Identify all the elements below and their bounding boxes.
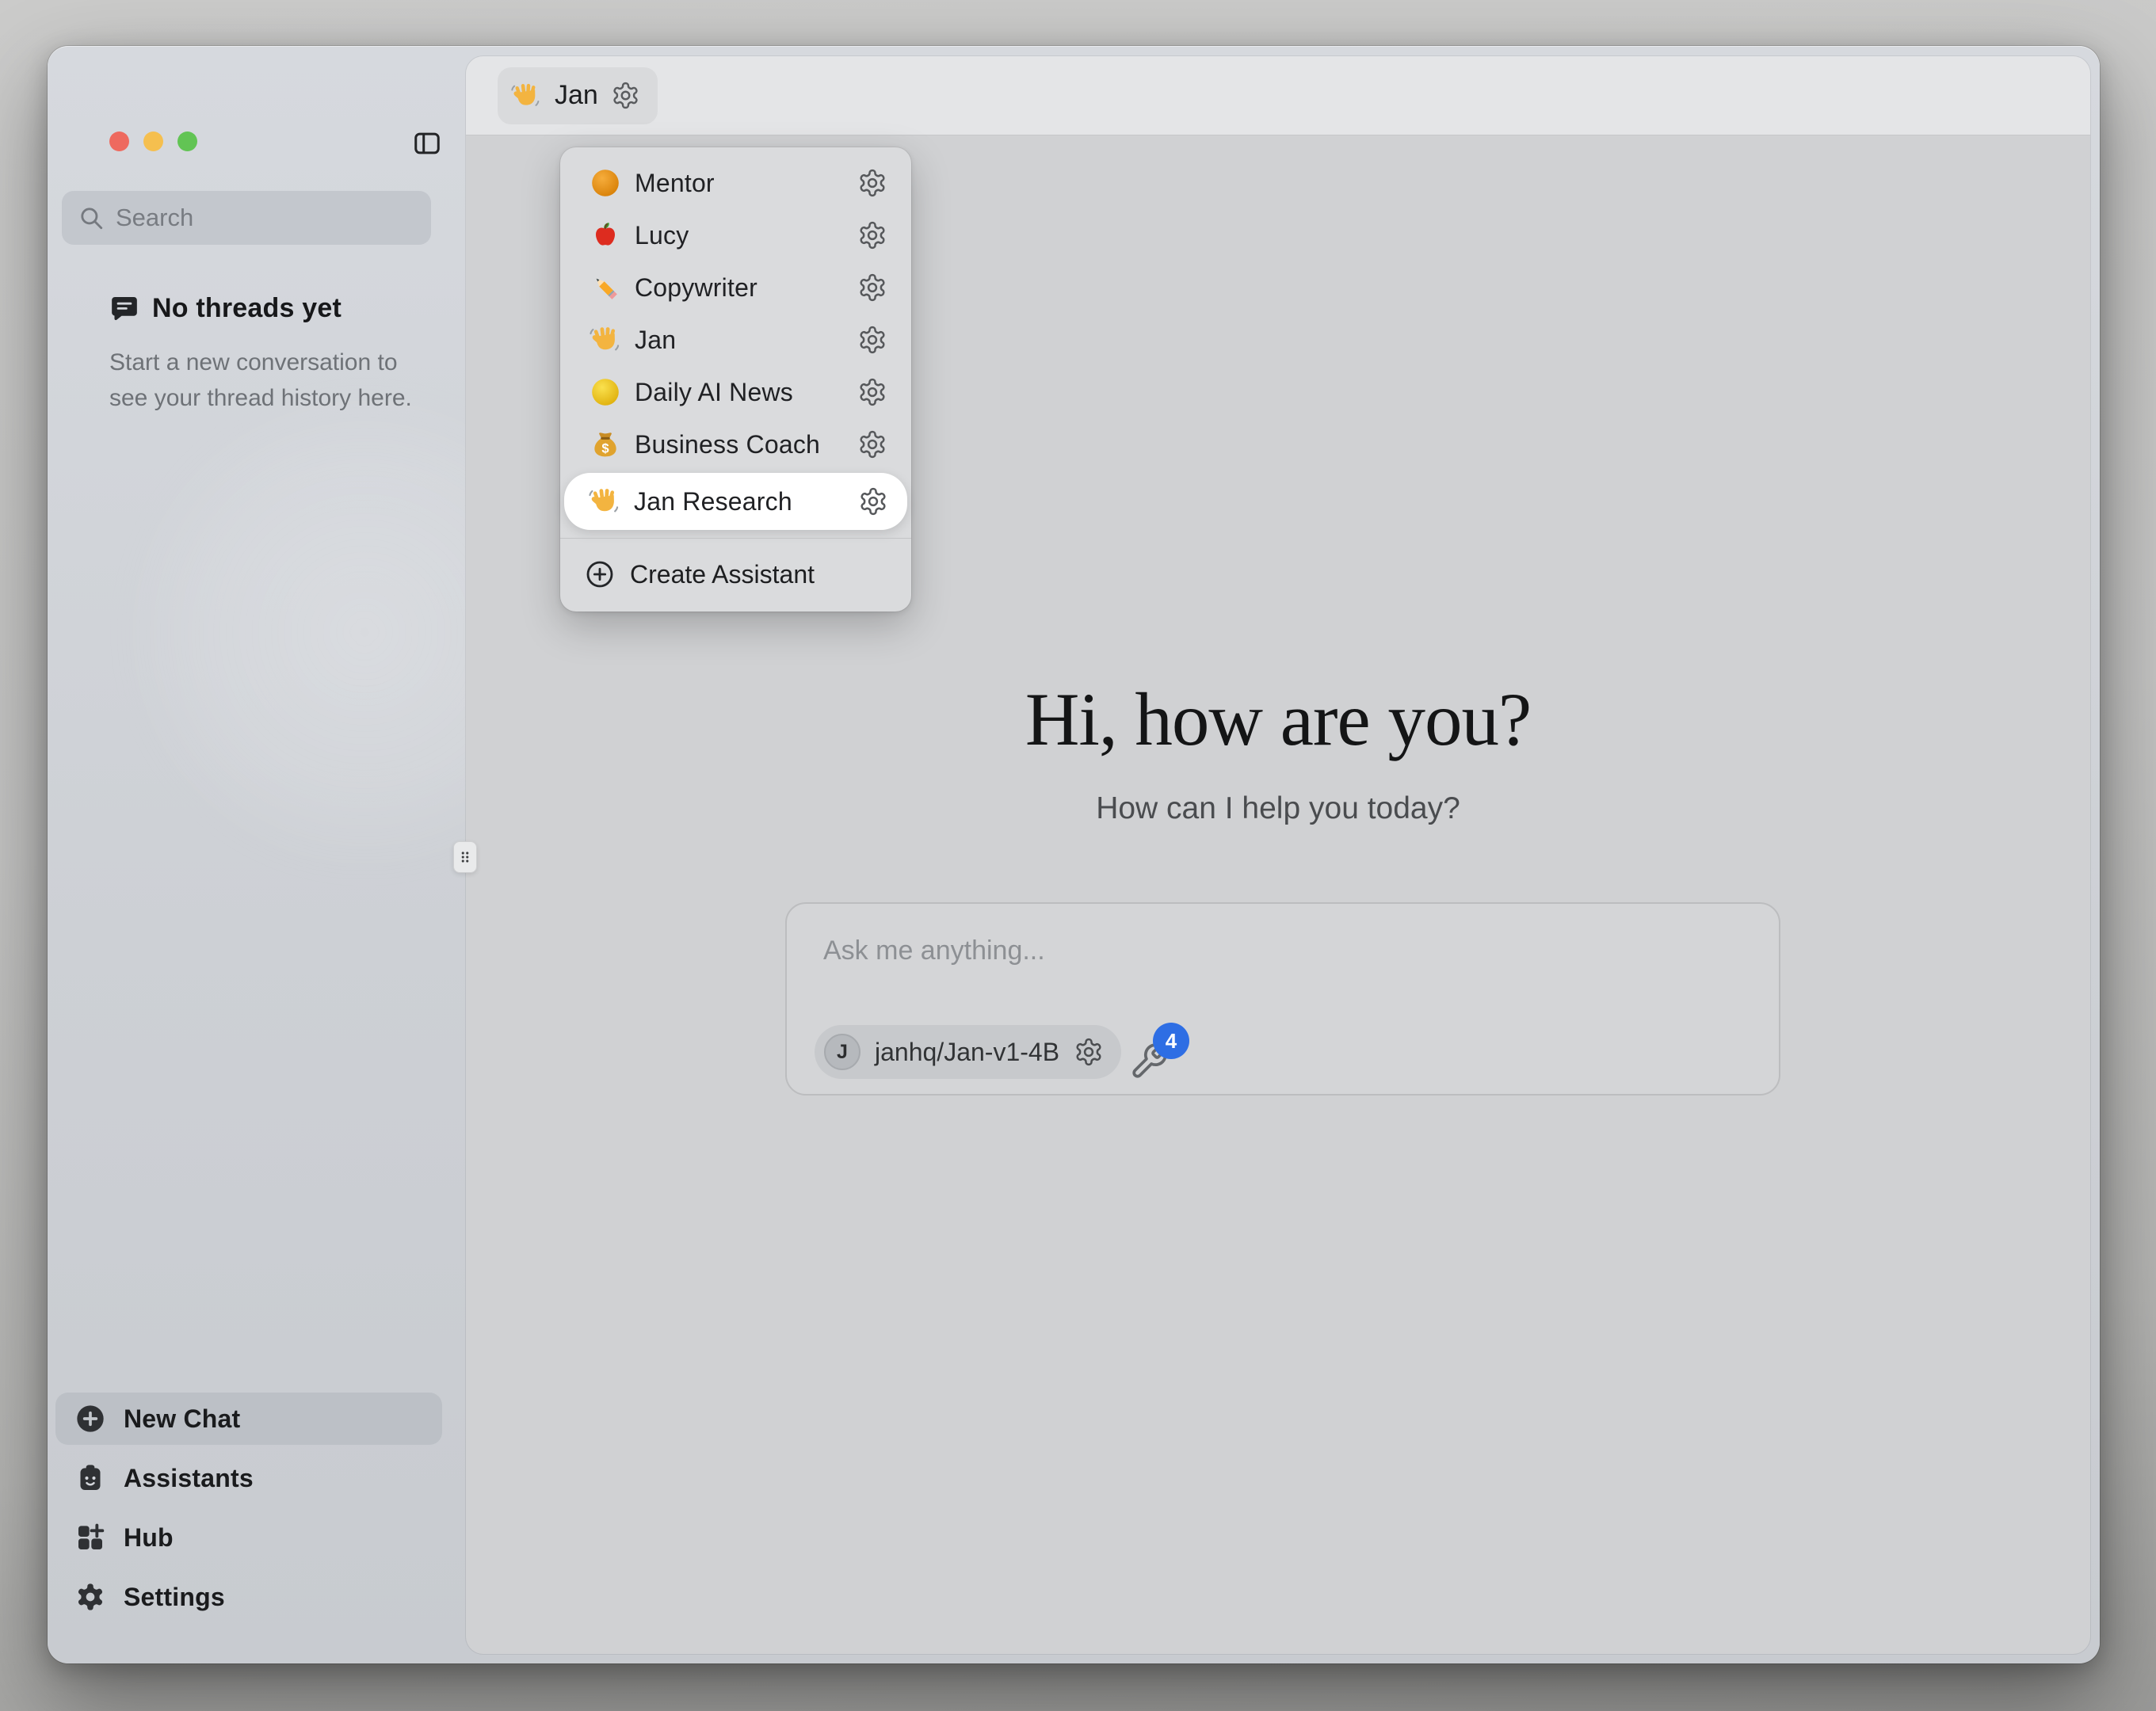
main-header: Jan — [466, 56, 2090, 135]
sidebar-item-assistants[interactable]: Assistants — [55, 1452, 442, 1504]
minimize-button[interactable] — [143, 131, 163, 151]
model-avatar: J — [824, 1034, 860, 1070]
greeting-title: Hi, how are you? — [466, 676, 2090, 763]
traffic-lights — [109, 131, 197, 151]
menu-item-label: Copywriter — [635, 273, 857, 303]
menu-item-label: Business Coach — [635, 430, 857, 459]
menu-item-lucy[interactable]: Lucy — [565, 209, 906, 261]
create-assistant-button[interactable]: Create Assistant — [560, 547, 911, 602]
sidebar-item-settings[interactable]: Settings — [55, 1571, 442, 1623]
gear-icon[interactable] — [857, 168, 887, 198]
nav-label: Hub — [124, 1523, 174, 1553]
gear-icon[interactable] — [858, 486, 888, 516]
main-panel: Jan Mentor Lucy Copywriter — [466, 56, 2090, 1654]
nav-label: New Chat — [124, 1404, 240, 1434]
grip-dots-icon — [456, 845, 474, 869]
zoom-button[interactable] — [177, 131, 197, 151]
model-name: janhq/Jan-v1-4B — [875, 1038, 1059, 1067]
plus-circle-icon — [74, 1403, 106, 1435]
gear-icon[interactable] — [611, 81, 640, 110]
nav-label: Assistants — [124, 1464, 254, 1493]
assistant-robot-icon — [74, 1462, 106, 1494]
create-assistant-label: Create Assistant — [630, 560, 815, 589]
search-icon — [78, 204, 105, 231]
gear-icon[interactable] — [1074, 1037, 1104, 1067]
menu-item-label: Mentor — [635, 169, 857, 198]
assistant-selector-label: Jan — [555, 80, 598, 111]
sidebar-toggle-icon[interactable] — [412, 128, 442, 158]
app-window: No threads yet Start a new conversation … — [48, 46, 2100, 1663]
gear-icon[interactable] — [857, 220, 887, 250]
gear-icon[interactable] — [857, 325, 887, 355]
sidebar: No threads yet Start a new conversation … — [48, 46, 466, 1663]
hub-grid-icon — [74, 1522, 106, 1553]
gear-icon[interactable] — [857, 272, 887, 303]
menu-item-label: Jan — [635, 326, 857, 355]
search-input[interactable] — [116, 204, 415, 232]
assistant-menu: Mentor Lucy Copywriter Jan Daily AI News — [560, 147, 911, 612]
menu-item-label: Lucy — [635, 221, 857, 250]
menu-item-jan[interactable]: Jan — [565, 314, 906, 366]
assistant-selector-button[interactable]: Jan — [498, 67, 658, 124]
composer-placeholder: Ask me anything... — [823, 936, 1045, 966]
menu-item-mentor[interactable]: Mentor — [565, 157, 906, 209]
threads-empty-state: No threads yet Start a new conversation … — [109, 293, 426, 416]
sidebar-resize-handle[interactable] — [453, 841, 477, 873]
empty-state-title: No threads yet — [152, 293, 342, 324]
yellow-circle-icon — [589, 375, 622, 409]
svg-text:$: $ — [601, 441, 609, 456]
search-field[interactable] — [62, 191, 431, 245]
menu-item-business-coach[interactable]: $ Business Coach — [565, 418, 906, 471]
menu-item-jan-research[interactable]: Jan Research — [564, 473, 907, 530]
pencil-icon — [589, 271, 622, 304]
close-button[interactable] — [109, 131, 129, 151]
menu-divider — [560, 538, 911, 539]
sidebar-item-new-chat[interactable]: New Chat — [55, 1393, 442, 1445]
wave-hand-icon — [589, 323, 622, 356]
gear-filled-icon — [74, 1581, 106, 1613]
nav-label: Settings — [124, 1583, 225, 1612]
tools-count-badge: 4 — [1153, 1023, 1189, 1059]
menu-item-copywriter[interactable]: Copywriter — [565, 261, 906, 314]
model-selector-button[interactable]: J janhq/Jan-v1-4B — [815, 1025, 1121, 1079]
gear-icon[interactable] — [857, 429, 887, 459]
money-bag-icon: $ — [589, 428, 622, 461]
wave-hand-icon — [588, 485, 621, 518]
chat-bubble-icon — [109, 294, 139, 324]
orange-circle-icon — [589, 166, 622, 200]
empty-state-description: Start a new conversation to see your thr… — [109, 345, 426, 416]
plus-circle-outline-icon — [584, 558, 616, 590]
tools-button[interactable]: 4 — [1129, 1042, 1169, 1081]
menu-item-label: Daily AI News — [635, 378, 857, 407]
chat-composer[interactable]: Ask me anything... J janhq/Jan-v1-4B 4 — [785, 902, 1780, 1096]
sidebar-item-hub[interactable]: Hub — [55, 1511, 442, 1564]
menu-item-daily-ai-news[interactable]: Daily AI News — [565, 366, 906, 418]
greeting-subtitle: How can I help you today? — [466, 791, 2090, 826]
sidebar-nav: New Chat Assistants Hub Settings — [55, 1393, 442, 1630]
wave-hand-icon — [510, 80, 542, 112]
apple-icon — [589, 219, 622, 252]
menu-item-label: Jan Research — [634, 487, 858, 516]
gear-icon[interactable] — [857, 377, 887, 407]
